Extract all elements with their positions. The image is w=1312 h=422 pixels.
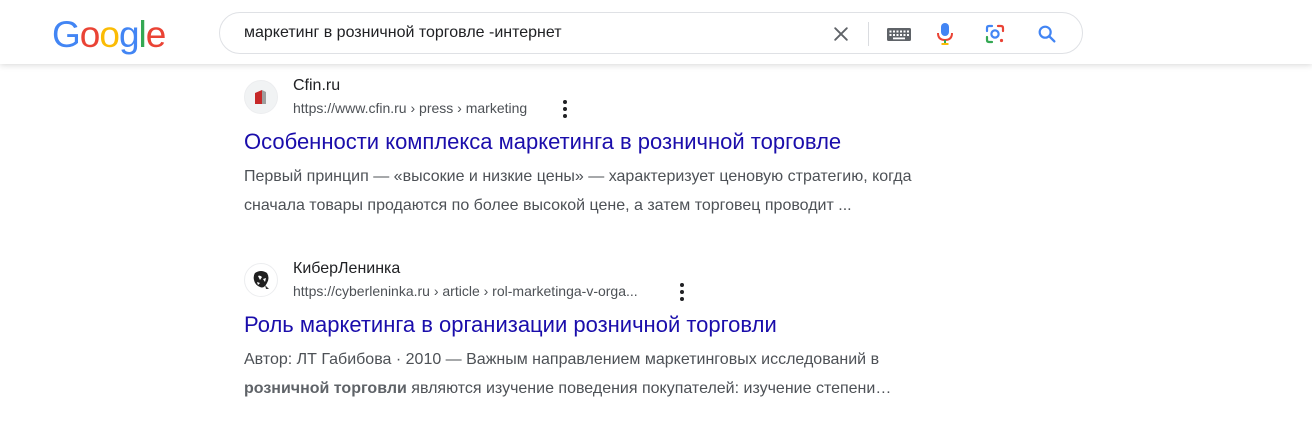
keyboard-icon: [887, 28, 911, 41]
search-result: КиберЛенинка https://cyberleninka.ru › a…: [244, 259, 1004, 409]
snippet-line: Первый принцип — «высокие и низкие цены»…: [244, 168, 912, 185]
logo-letter: g: [118, 14, 140, 55]
result-snippet: Автор: ЛТ Габибова · 2010 — Важным напра…: [244, 345, 1004, 403]
lens-search-button[interactable]: [983, 22, 1007, 46]
close-icon: [834, 27, 848, 41]
search-results: Cfin.ru https://www.cfin.ru › press › ma…: [0, 64, 1312, 422]
search-input[interactable]: [244, 21, 804, 45]
lens-icon: [985, 24, 1005, 44]
keyboard-button[interactable]: [886, 22, 912, 46]
dot: [563, 107, 567, 111]
more-options-button[interactable]: [673, 281, 691, 303]
snippet-line: Автор: ЛТ Габибова · 2010 — Важным напра…: [244, 351, 880, 368]
dot: [680, 290, 684, 294]
cfin-logo-icon: [255, 90, 266, 104]
snippet-text: являются изучение поведения покупателей:…: [406, 380, 892, 397]
clear-search-button[interactable]: [829, 22, 853, 46]
dot: [563, 114, 567, 118]
search-result: Cfin.ru https://www.cfin.ru › press › ma…: [244, 76, 1004, 226]
result-title-link[interactable]: Роль маркетинга в организации розничной …: [244, 311, 777, 339]
site-favicon: [244, 263, 278, 297]
search-header: Google: [0, 0, 1312, 64]
search-button[interactable]: [1035, 22, 1059, 46]
google-logo[interactable]: Google: [52, 13, 167, 57]
search-box: [219, 12, 1083, 54]
search-icon: [1038, 25, 1056, 43]
cyberleninka-logo-icon: [249, 268, 273, 292]
dot: [680, 283, 684, 287]
microphone-icon: [937, 23, 953, 45]
dot: [563, 100, 567, 104]
site-favicon: [244, 80, 278, 114]
site-url[interactable]: https://www.cfin.ru › press › marketing: [293, 99, 527, 117]
site-name[interactable]: Cfin.ru: [293, 76, 340, 96]
site-name[interactable]: КиберЛенинка: [293, 259, 400, 279]
logo-letter: o: [79, 14, 101, 55]
snippet-highlight: розничной торговли: [244, 380, 407, 397]
snippet-line: сначала товары продаются по более высоко…: [244, 197, 852, 214]
result-title-link[interactable]: Особенности комплекса маркетинга в розни…: [244, 128, 841, 156]
search-divider: [868, 22, 869, 46]
more-options-button[interactable]: [556, 98, 574, 120]
logo-letter: o: [99, 14, 120, 55]
site-url[interactable]: https://cyberleninka.ru › article › rol-…: [293, 282, 638, 300]
snippet-line: розничной торговли являются изучение пов…: [244, 374, 1004, 403]
voice-search-button[interactable]: [933, 22, 957, 46]
logo-letter: G: [52, 14, 81, 55]
logo-letter: l: [138, 14, 147, 55]
dot: [680, 297, 684, 301]
logo-letter: e: [145, 14, 167, 55]
result-snippet: Первый принцип — «высокие и низкие цены»…: [244, 162, 1004, 220]
